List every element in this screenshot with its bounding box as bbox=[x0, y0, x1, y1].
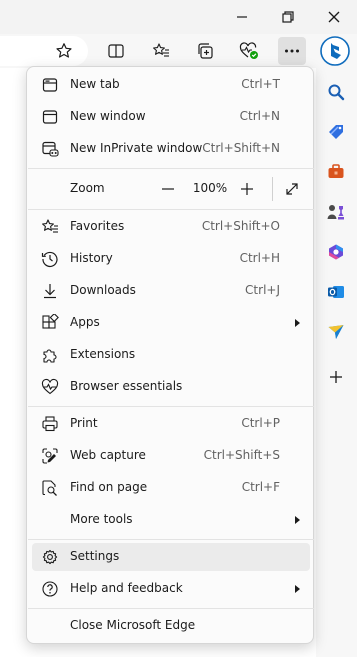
tools-icon[interactable] bbox=[323, 159, 349, 185]
zoom-out-icon[interactable] bbox=[156, 177, 180, 201]
menu-item-shortcut: Ctrl+H bbox=[239, 251, 280, 265]
inprivate-icon bbox=[40, 139, 60, 159]
history-icon bbox=[40, 249, 60, 269]
games-icon[interactable] bbox=[323, 199, 349, 225]
browser-essentials-icon[interactable] bbox=[235, 37, 263, 65]
menu-item-extensions[interactable]: Extensions bbox=[32, 341, 310, 369]
menu-divider bbox=[28, 209, 314, 210]
menu-item-new-window[interactable]: New window Ctrl+N bbox=[32, 103, 310, 131]
restore-icon[interactable] bbox=[265, 0, 311, 34]
download-icon bbox=[40, 281, 60, 301]
menu-item-more-tools[interactable]: More tools bbox=[32, 506, 310, 534]
favorites-icon bbox=[40, 217, 60, 237]
menu-item-label: Extensions bbox=[70, 347, 136, 361]
menu-item-apps[interactable]: Apps bbox=[32, 309, 310, 337]
extensions-icon bbox=[40, 345, 60, 365]
menu-item-label: More tools bbox=[70, 512, 133, 526]
zoom-in-icon[interactable] bbox=[235, 177, 259, 201]
menu-item-label: New InPrivate window bbox=[70, 141, 203, 155]
menu-item-find-on-page[interactable]: Find on page Ctrl+F bbox=[32, 474, 310, 502]
menu-item-label: Favorites bbox=[70, 219, 125, 233]
menu-divider bbox=[28, 539, 314, 540]
zoom-divider bbox=[272, 177, 273, 201]
menu-item-label: New window bbox=[70, 109, 146, 123]
close-icon[interactable] bbox=[311, 0, 357, 34]
gear-icon bbox=[40, 547, 60, 567]
menu-item-help-and-feedback[interactable]: Help and feedback bbox=[32, 575, 310, 603]
menu-item-label: Settings bbox=[70, 549, 120, 563]
menu-item-favorites[interactable]: Favorites Ctrl+Shift+O bbox=[32, 213, 310, 241]
menu-item-shortcut: Ctrl+Shift+N bbox=[202, 141, 280, 155]
edge-sidebar bbox=[316, 68, 357, 657]
menu-item-downloads[interactable]: Downloads Ctrl+J bbox=[32, 277, 310, 305]
new-window-icon bbox=[40, 107, 60, 127]
minimize-icon[interactable] bbox=[219, 0, 265, 34]
menu-divider bbox=[28, 608, 314, 609]
more-icon[interactable] bbox=[278, 37, 306, 65]
menu-item-label: Find on page bbox=[70, 480, 148, 494]
menu-item-label: Browser essentials bbox=[70, 379, 183, 393]
split-screen-icon[interactable] bbox=[102, 37, 130, 65]
favorites-icon[interactable] bbox=[147, 37, 175, 65]
collections-icon[interactable] bbox=[191, 37, 219, 65]
new-tab-icon bbox=[40, 75, 60, 95]
menu-item-new-inprivate-window[interactable]: New InPrivate window Ctrl+Shift+N bbox=[32, 135, 310, 163]
menu-item-label: Close Microsoft Edge bbox=[70, 618, 196, 632]
menu-item-web-capture[interactable]: Web capture Ctrl+Shift+S bbox=[32, 442, 310, 470]
menu-item-shortcut: Ctrl+Shift+S bbox=[203, 448, 280, 462]
menu-item-shortcut: Ctrl+Shift+O bbox=[201, 219, 280, 233]
menu-item-history[interactable]: History Ctrl+H bbox=[32, 245, 310, 273]
drop-icon[interactable] bbox=[323, 319, 349, 345]
menu-item-shortcut: Ctrl+J bbox=[245, 283, 280, 297]
apps-icon bbox=[40, 313, 60, 333]
menu-item-shortcut: Ctrl+P bbox=[241, 416, 280, 430]
outlook-icon[interactable] bbox=[323, 279, 349, 305]
fullscreen-icon[interactable] bbox=[280, 177, 304, 201]
microsoft-365-icon[interactable] bbox=[323, 239, 349, 265]
browser-essentials-icon bbox=[40, 377, 60, 397]
print-icon bbox=[40, 414, 60, 434]
settings-and-more-menu: New tab Ctrl+T New window Ctrl+N New InP… bbox=[26, 66, 314, 644]
web-capture-icon bbox=[40, 446, 60, 466]
search-icon[interactable] bbox=[323, 79, 349, 105]
menu-item-shortcut: Ctrl+N bbox=[239, 109, 280, 123]
submenu-arrow-icon bbox=[295, 319, 300, 327]
menu-item-label: Help and feedback bbox=[70, 581, 183, 595]
menu-item-browser-essentials[interactable]: Browser essentials bbox=[32, 373, 310, 401]
submenu-arrow-icon bbox=[295, 516, 300, 524]
shopping-icon[interactable] bbox=[323, 119, 349, 145]
title-bar bbox=[0, 0, 357, 34]
help-icon bbox=[40, 579, 60, 599]
add-icon[interactable] bbox=[323, 364, 349, 390]
browser-toolbar bbox=[0, 34, 357, 68]
menu-item-label: Web capture bbox=[70, 448, 146, 462]
menu-item-shortcut: Ctrl+F bbox=[241, 480, 280, 494]
menu-item-label: Downloads bbox=[70, 283, 136, 297]
favorite-star-icon[interactable] bbox=[50, 37, 78, 65]
menu-divider bbox=[28, 406, 314, 407]
bing-copilot-icon[interactable] bbox=[319, 35, 351, 67]
menu-item-label: History bbox=[70, 251, 113, 265]
menu-item-new-tab[interactable]: New tab Ctrl+T bbox=[32, 71, 310, 99]
menu-item-close-microsoft-edge[interactable]: Close Microsoft Edge bbox=[32, 612, 310, 640]
menu-item-label: New tab bbox=[70, 77, 120, 91]
zoom-control: Zoom 100% bbox=[32, 173, 310, 205]
menu-item-shortcut: Ctrl+T bbox=[241, 77, 280, 91]
menu-item-print[interactable]: Print Ctrl+P bbox=[32, 410, 310, 438]
menu-divider bbox=[28, 168, 314, 169]
menu-item-label: Apps bbox=[70, 315, 100, 329]
menu-item-label: Print bbox=[70, 416, 98, 430]
menu-item-settings[interactable]: Settings bbox=[32, 543, 310, 571]
find-on-page-icon bbox=[40, 478, 60, 498]
zoom-level: 100% bbox=[192, 181, 228, 195]
zoom-label: Zoom bbox=[70, 181, 105, 195]
submenu-arrow-icon bbox=[295, 585, 300, 593]
